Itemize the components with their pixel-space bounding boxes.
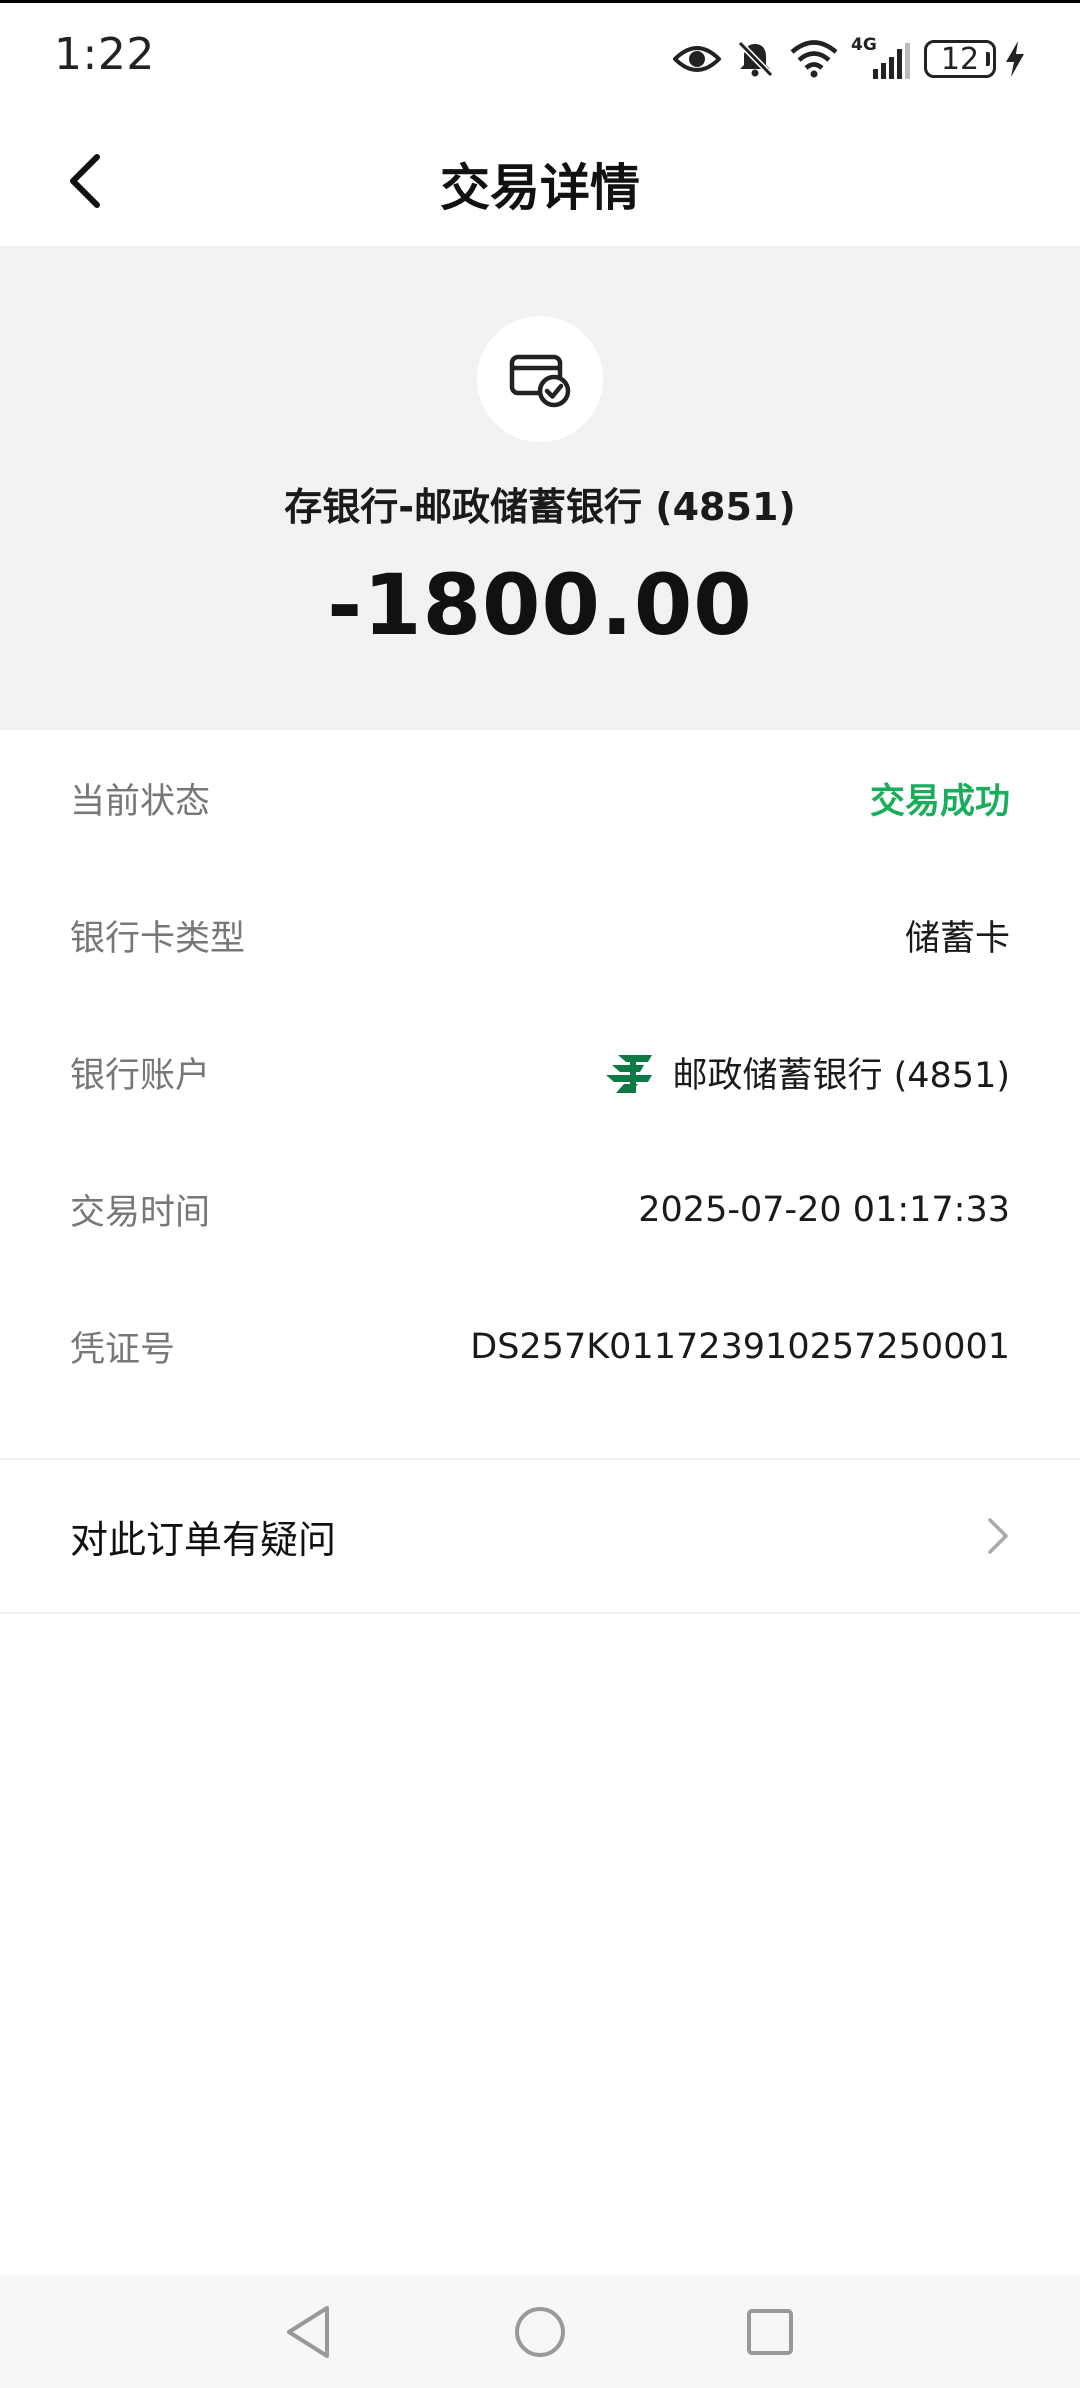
- voucher-label: 凭证号: [70, 1330, 176, 1370]
- card-check-icon: [477, 316, 603, 442]
- status-time: 1:22: [54, 29, 155, 80]
- battery-level: 12: [924, 40, 996, 78]
- cellular-signal-icon: 4G: [851, 35, 910, 79]
- status-icons: 4G 12: [673, 35, 1026, 83]
- eye-icon: [673, 41, 721, 77]
- status-value: 交易成功: [869, 782, 1010, 822]
- transaction-amount: -1800.00: [327, 556, 753, 654]
- voucher-value: DS257K011723910257250001: [470, 1326, 1010, 1367]
- transaction-time-label: 交易时间: [70, 1193, 211, 1233]
- system-home-button[interactable]: [512, 2304, 568, 2360]
- bank-account-value: 邮政储蓄银行 (4851): [672, 1056, 1010, 1096]
- transaction-time-row: 交易时间 2025-07-20 01:17:33: [0, 1141, 1080, 1278]
- status-bar: 1:22 4G 12: [0, 0, 1080, 116]
- charging-bolt-icon: [1004, 39, 1026, 79]
- status-label: 当前状态: [70, 782, 211, 822]
- transaction-summary: 存银行-邮政储蓄银行 (4851) -1800.00: [0, 246, 1080, 730]
- circle-home-icon: [515, 2307, 565, 2357]
- transaction-details: 当前状态 交易成功 银行卡类型 储蓄卡 银行账户 邮政储蓄银行 (4851) 交…: [0, 730, 1080, 1415]
- chevron-right-icon: [988, 1518, 1008, 1554]
- postal-bank-logo-icon: [606, 1054, 653, 1093]
- bank-account-row: 银行账户 邮政储蓄银行 (4851): [0, 1004, 1080, 1141]
- square-recents-icon: [747, 2309, 793, 2355]
- card-type-row: 银行卡类型 储蓄卡: [0, 867, 1080, 1004]
- divider: [0, 1612, 1080, 1614]
- battery-indicator: 12: [924, 40, 996, 78]
- page-title: 交易详情: [440, 159, 640, 217]
- card-type-value: 储蓄卡: [904, 919, 1010, 959]
- transaction-time-value: 2025-07-20 01:17:33: [638, 1189, 1010, 1230]
- bank-account-value-group: 邮政储蓄银行 (4851): [604, 1047, 1010, 1098]
- wifi-icon: [789, 39, 839, 79]
- network-type-label: 4G: [851, 35, 877, 55]
- order-question-link[interactable]: 对此订单有疑问: [0, 1460, 1080, 1612]
- order-question-label: 对此订单有疑问: [70, 1517, 337, 1562]
- transaction-title: 存银行-邮政储蓄银行 (4851): [284, 485, 796, 529]
- system-navigation-bar: [0, 2274, 1080, 2388]
- system-back-button[interactable]: [280, 2304, 336, 2360]
- bell-muted-icon: [735, 39, 775, 79]
- triangle-back-icon: [287, 2306, 329, 2358]
- nav-bar: 交易详情: [0, 116, 1080, 246]
- voucher-row: 凭证号 DS257K011723910257250001: [0, 1278, 1080, 1415]
- system-recents-button[interactable]: [742, 2304, 798, 2360]
- card-type-label: 银行卡类型: [70, 919, 246, 959]
- bank-account-label: 银行账户: [70, 1056, 211, 1096]
- status-row: 当前状态 交易成功: [0, 730, 1080, 867]
